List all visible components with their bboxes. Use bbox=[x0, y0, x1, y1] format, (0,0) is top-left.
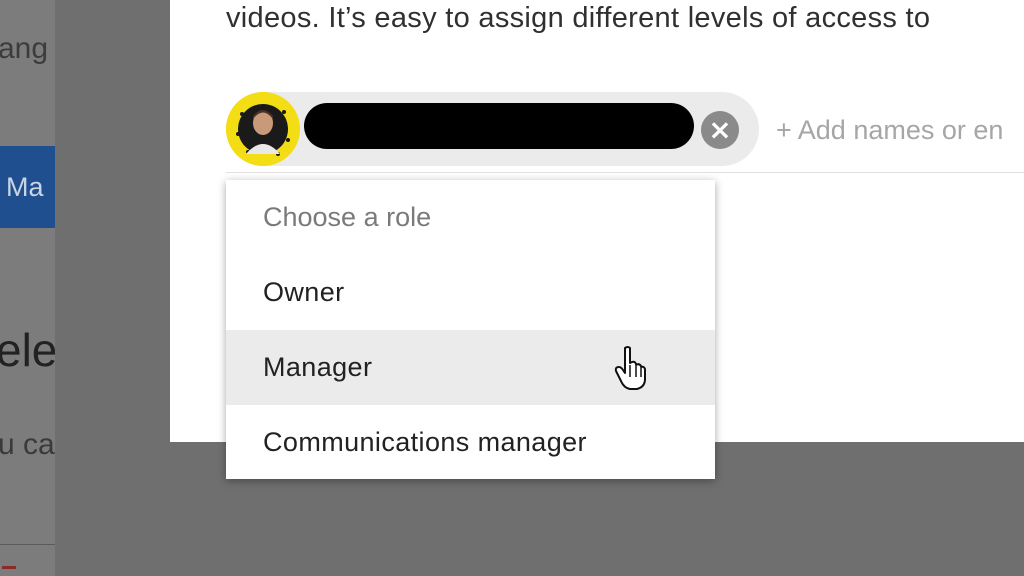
add-names-input[interactable] bbox=[776, 110, 1024, 150]
background-text: ang bbox=[0, 32, 49, 65]
dialog-intro-text: videos. It’s easy to assign different le… bbox=[226, 2, 931, 34]
user-avatar-icon bbox=[226, 92, 300, 166]
background-divider bbox=[0, 544, 55, 545]
recipient-chip[interactable]: × bbox=[226, 92, 759, 166]
recipient-field: × bbox=[226, 92, 1024, 173]
menu-item-owner[interactable]: Owner bbox=[226, 255, 715, 330]
menu-header: Choose a role bbox=[263, 202, 432, 232]
background-button: Ma bbox=[0, 146, 55, 228]
background-text-bottom: u ca bbox=[0, 428, 55, 461]
hand-cursor-icon bbox=[614, 346, 646, 390]
role-dropdown-menu: Choose a role Owner Manager Communicatio… bbox=[226, 180, 715, 479]
background-accent bbox=[2, 566, 16, 576]
menu-item-communications-manager[interactable]: Communications manager bbox=[226, 405, 715, 480]
redacted-name bbox=[304, 103, 694, 149]
background-page: ang Ma ele u ca bbox=[0, 0, 55, 576]
close-circle-icon[interactable]: × bbox=[701, 111, 739, 149]
background-heading: ele bbox=[0, 324, 55, 376]
